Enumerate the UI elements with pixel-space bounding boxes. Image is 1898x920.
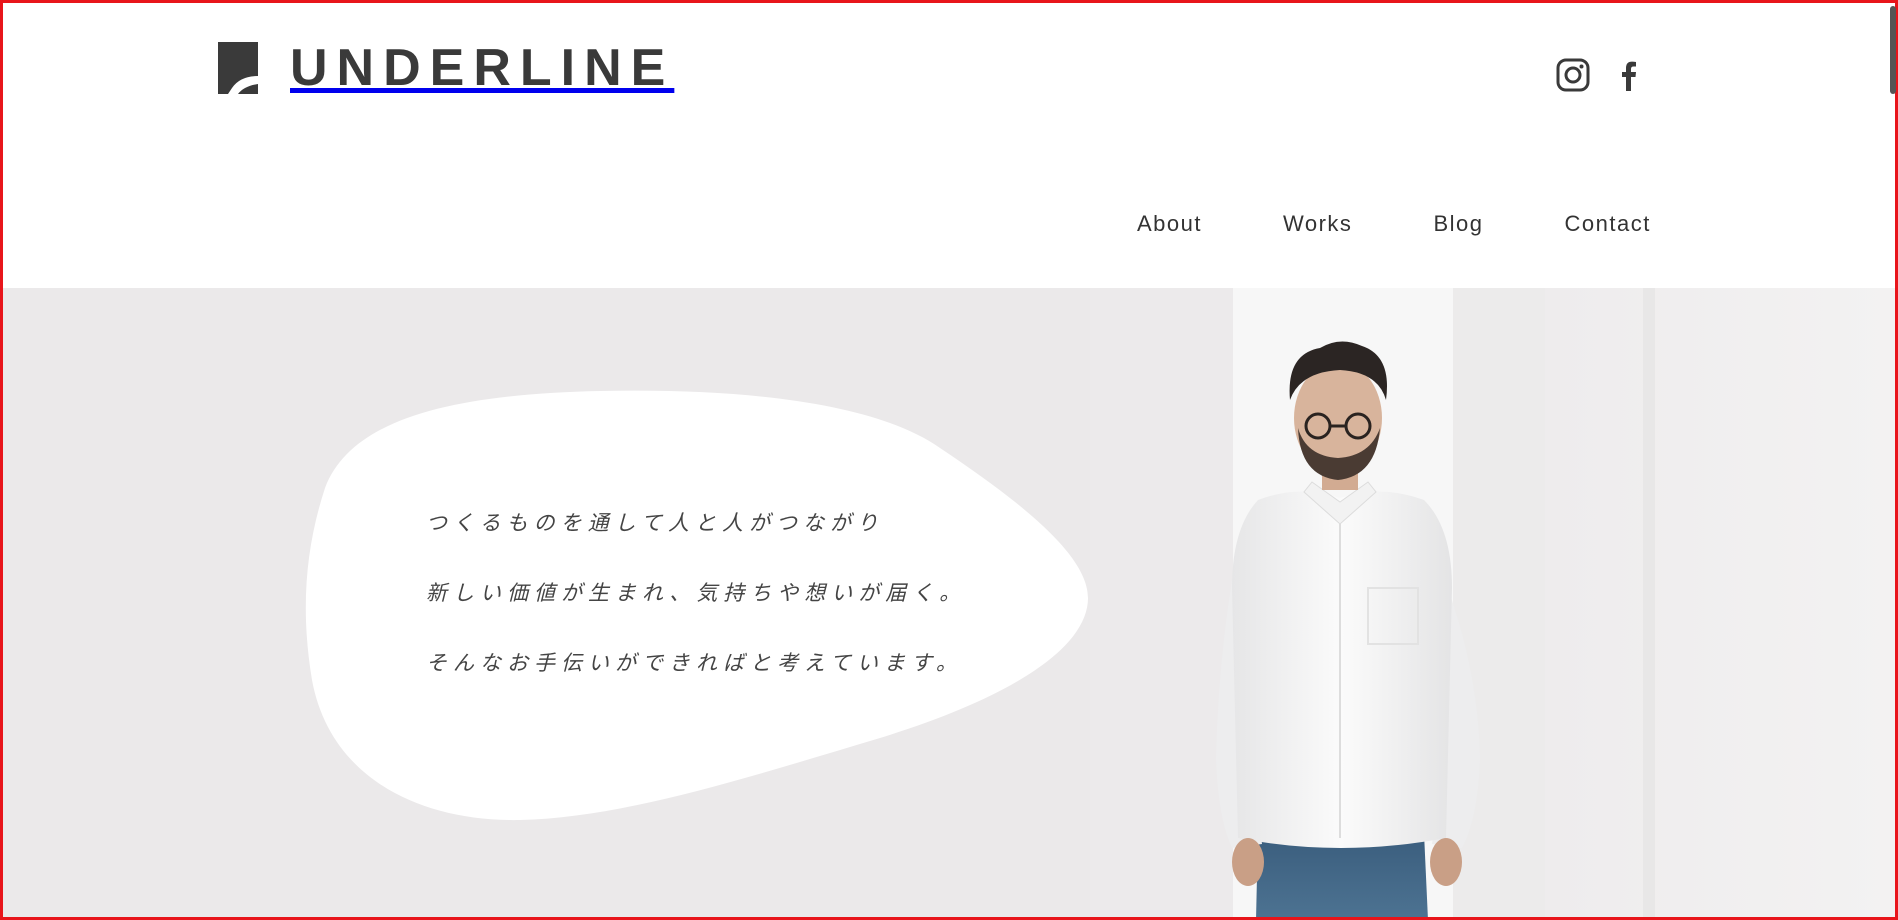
site-header: UNDERLINE About Works Blog Contact xyxy=(0,0,1898,288)
site-logo[interactable]: UNDERLINE xyxy=(218,42,674,94)
facebook-link[interactable] xyxy=(1612,58,1646,92)
instagram-link[interactable] xyxy=(1556,58,1590,92)
hero-line-2: 新しい価値が生まれ、気持ちや想いが届く。 xyxy=(426,581,967,605)
main-nav: About Works Blog Contact xyxy=(1137,210,1651,238)
hero-line-3: そんなお手伝いができればと考えています。 xyxy=(426,651,963,675)
scrollbar[interactable] xyxy=(1890,6,1896,94)
hero-section: つくるものを通して人と人がつながり 新しい価値が生まれ、気持ちや想いが届く。 そ… xyxy=(0,288,1898,920)
social-links xyxy=(1556,58,1646,92)
nav-about[interactable]: About xyxy=(1137,210,1202,238)
facebook-icon xyxy=(1622,61,1636,91)
instagram-icon xyxy=(1556,58,1590,92)
logo-text: UNDERLINE xyxy=(290,39,675,97)
logo-mark-icon xyxy=(218,42,258,94)
nav-works[interactable]: Works xyxy=(1283,210,1352,238)
hero-line-1: つくるものを通して人と人がつながり xyxy=(426,511,884,535)
nav-blog[interactable]: Blog xyxy=(1433,210,1483,238)
nav-contact[interactable]: Contact xyxy=(1564,210,1650,238)
hero-message: つくるものを通して人と人がつながり 新しい価値が生まれ、気持ちや想いが届く。 そ… xyxy=(426,508,966,718)
